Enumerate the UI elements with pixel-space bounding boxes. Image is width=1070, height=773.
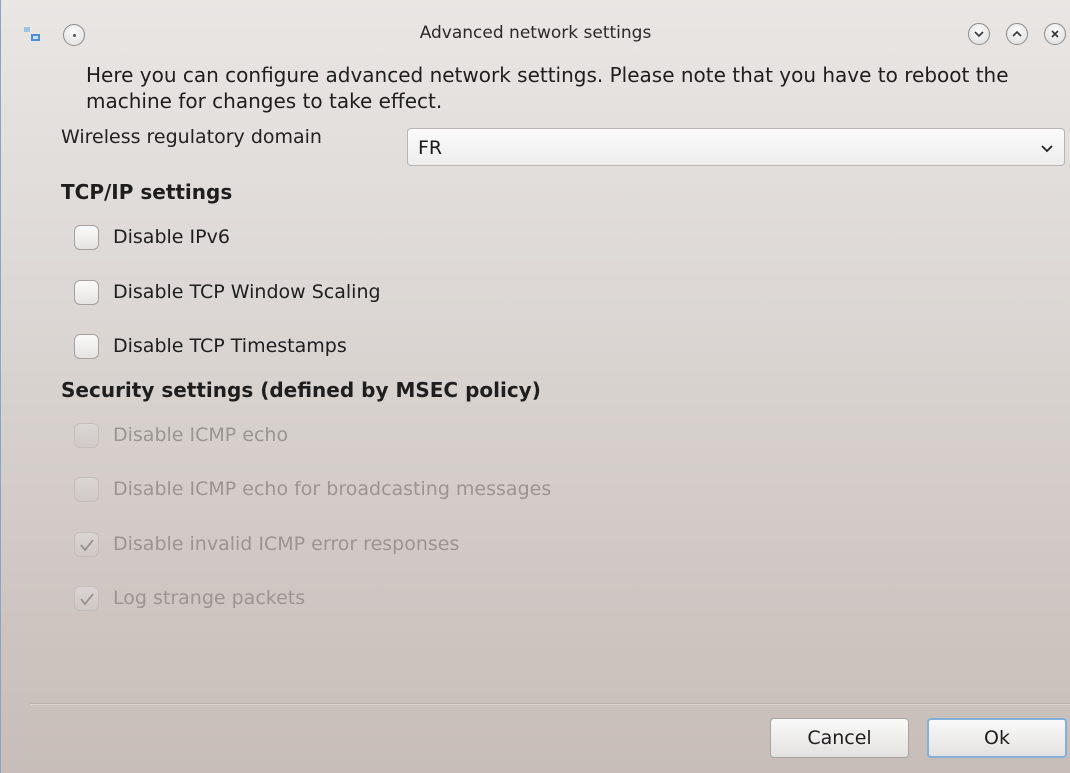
- checkbox-label: Disable TCP Window Scaling: [113, 281, 381, 303]
- checkbox-label: Disable ICMP echo for broadcasting messa…: [113, 478, 552, 500]
- cancel-button[interactable]: Cancel: [770, 718, 909, 758]
- close-icon: [1049, 25, 1061, 44]
- checkbox-label: Log strange packets: [113, 587, 306, 609]
- checkbox-box[interactable]: [74, 531, 99, 557]
- checkbox-box[interactable]: [74, 279, 99, 305]
- checkbox-disable-tcp-window-scaling[interactable]: Disable TCP Window Scaling: [74, 278, 381, 306]
- checkbox-box[interactable]: [74, 476, 99, 502]
- checkbox-disable-tcp-timestamps[interactable]: Disable TCP Timestamps: [74, 332, 347, 360]
- checkbox-box[interactable]: [74, 333, 99, 359]
- checkbox-log-strange-packets[interactable]: Log strange packets: [74, 584, 305, 612]
- title-bar[interactable]: Advanced network settings: [1, 0, 1070, 62]
- tcpip-heading: TCP/IP settings: [61, 180, 233, 204]
- chevron-down-icon: [1040, 141, 1054, 155]
- checkbox-label: Disable invalid ICMP error responses: [113, 533, 460, 555]
- checkbox-label: Disable TCP Timestamps: [113, 335, 347, 357]
- maximize-button[interactable]: [1006, 23, 1028, 45]
- regulatory-domain-select[interactable]: FR: [407, 128, 1065, 166]
- checkbox-label: Disable IPv6: [113, 226, 230, 248]
- close-button[interactable]: [1044, 23, 1066, 45]
- minimize-button[interactable]: [968, 23, 990, 45]
- dialog-window: Advanced network settings Here you can c…: [0, 0, 1070, 773]
- checkbox-box[interactable]: [74, 585, 99, 611]
- separator: [31, 703, 1070, 705]
- chevron-up-icon: [1011, 25, 1023, 44]
- security-heading: Security settings (defined by MSEC polic…: [61, 378, 541, 402]
- checkbox-box[interactable]: [74, 224, 99, 250]
- ok-button[interactable]: Ok: [927, 718, 1067, 758]
- checkbox-box[interactable]: [74, 422, 99, 448]
- checkmark-icon: [80, 538, 94, 551]
- checkmark-icon: [80, 592, 94, 605]
- intro-text: Here you can configure advanced network …: [86, 63, 1009, 113]
- regulatory-domain-value: FR: [418, 137, 443, 159]
- regulatory-domain-label: Wireless regulatory domain: [61, 126, 322, 148]
- checkbox-disable-icmp-echo[interactable]: Disable ICMP echo: [74, 421, 288, 449]
- checkbox-disable-ipv6[interactable]: Disable IPv6: [74, 223, 230, 251]
- chevron-down-icon: [973, 25, 985, 44]
- window-title: Advanced network settings: [419, 23, 652, 43]
- checkbox-disable-icmp-echo-broadcast[interactable]: Disable ICMP echo for broadcasting messa…: [74, 475, 551, 503]
- checkbox-disable-invalid-icmp-errors[interactable]: Disable invalid ICMP error responses: [74, 530, 459, 558]
- checkbox-label: Disable ICMP echo: [113, 424, 289, 446]
